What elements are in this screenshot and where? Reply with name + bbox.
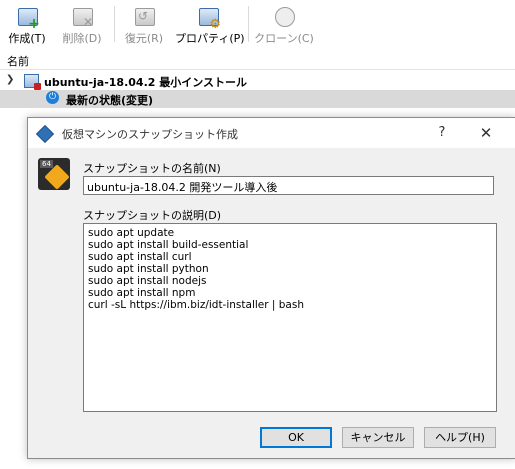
delete-snapshot-button[interactable]: ✕ 削除(D) <box>55 3 109 45</box>
cancel-button[interactable]: キャンセル <box>342 427 414 448</box>
restore-snapshot-label: 復元(R) <box>124 32 164 45</box>
take-snapshot-icon: + <box>16 6 40 31</box>
clone-label: クローン(C) <box>254 32 314 45</box>
description-line: sudo apt install npm <box>88 287 196 299</box>
ok-button[interactable]: OK <box>260 427 332 448</box>
restore-snapshot-icon: ↺ <box>133 6 155 28</box>
current-state-row[interactable]: ⏻ 最新の状態(変更) <box>0 90 515 108</box>
properties-icon: ⚙ <box>197 6 221 31</box>
snapshot-badge: 64 <box>40 160 53 168</box>
take-snapshot-label: 作成(T) <box>8 32 46 45</box>
description-line: curl -sL https://ibm.biz/idt-installer |… <box>88 299 304 311</box>
virtualbox-icon <box>35 124 55 144</box>
column-name-label: 名前 <box>7 55 29 68</box>
help-icon[interactable]: ? <box>431 123 453 143</box>
properties-label: プロパティ(P) <box>175 32 245 45</box>
description-line: sudo apt install curl <box>88 251 192 263</box>
help-button[interactable]: ヘルプ(H) <box>424 427 496 448</box>
description-line: sudo apt update <box>88 227 175 239</box>
close-icon[interactable]: ✕ <box>475 123 497 143</box>
snapshot-icon: 64 <box>38 158 70 190</box>
toolbar-separator <box>114 6 115 42</box>
take-snapshot-dialog: 仮想マシンのスナップショット作成 ? ✕ 64 スナップショットの名前(N) u… <box>27 117 515 459</box>
clone-button[interactable]: クローン(C) <box>254 3 314 45</box>
description-line: sudo apt install build-essential <box>88 239 249 251</box>
tree-column-header[interactable]: 名前 <box>0 51 515 70</box>
chevron-down-icon[interactable]: ❯ <box>6 74 14 85</box>
current-state-label: 最新の状態(変更) <box>66 94 154 107</box>
snapshot-description-textarea[interactable]: sudo apt update sudo apt install build-e… <box>83 223 497 412</box>
dialog-title-bar[interactable]: 仮想マシンのスナップショット作成 ? ✕ <box>28 118 515 148</box>
current-state-icon: ⏻ <box>46 91 59 104</box>
delete-snapshot-icon: ✕ <box>71 6 93 28</box>
restore-snapshot-button[interactable]: ↺ 復元(R) <box>119 3 169 45</box>
vm-tree-row[interactable]: ❯ ubuntu-ja-18.04.2 最小インストール <box>0 72 515 90</box>
snapshot-description-label: スナップショットの説明(D) <box>83 209 222 222</box>
snapshot-name-input[interactable]: ubuntu-ja-18.04.2 開発ツール導入後 <box>83 176 494 195</box>
snapshot-name-label: スナップショットの名前(N) <box>83 162 221 175</box>
description-line: sudo apt install python <box>88 263 209 275</box>
snapshot-toolbar: + 作成(T) ✕ 削除(D) ↺ 復元(R) ⚙ プロパティ(P) クローン(… <box>0 0 515 48</box>
toolbar-separator <box>248 6 249 42</box>
delete-snapshot-label: 削除(D) <box>62 32 102 45</box>
vm-snapshot-icon <box>24 74 41 90</box>
description-line: sudo apt install nodejs <box>88 275 207 287</box>
vm-name: ubuntu-ja-18.04.2 最小インストール <box>44 76 248 89</box>
properties-button[interactable]: ⚙ プロパティ(P) <box>175 3 245 45</box>
dialog-title: 仮想マシンのスナップショット作成 <box>62 128 238 141</box>
take-snapshot-button[interactable]: + 作成(T) <box>4 3 50 45</box>
clone-icon <box>273 6 295 28</box>
